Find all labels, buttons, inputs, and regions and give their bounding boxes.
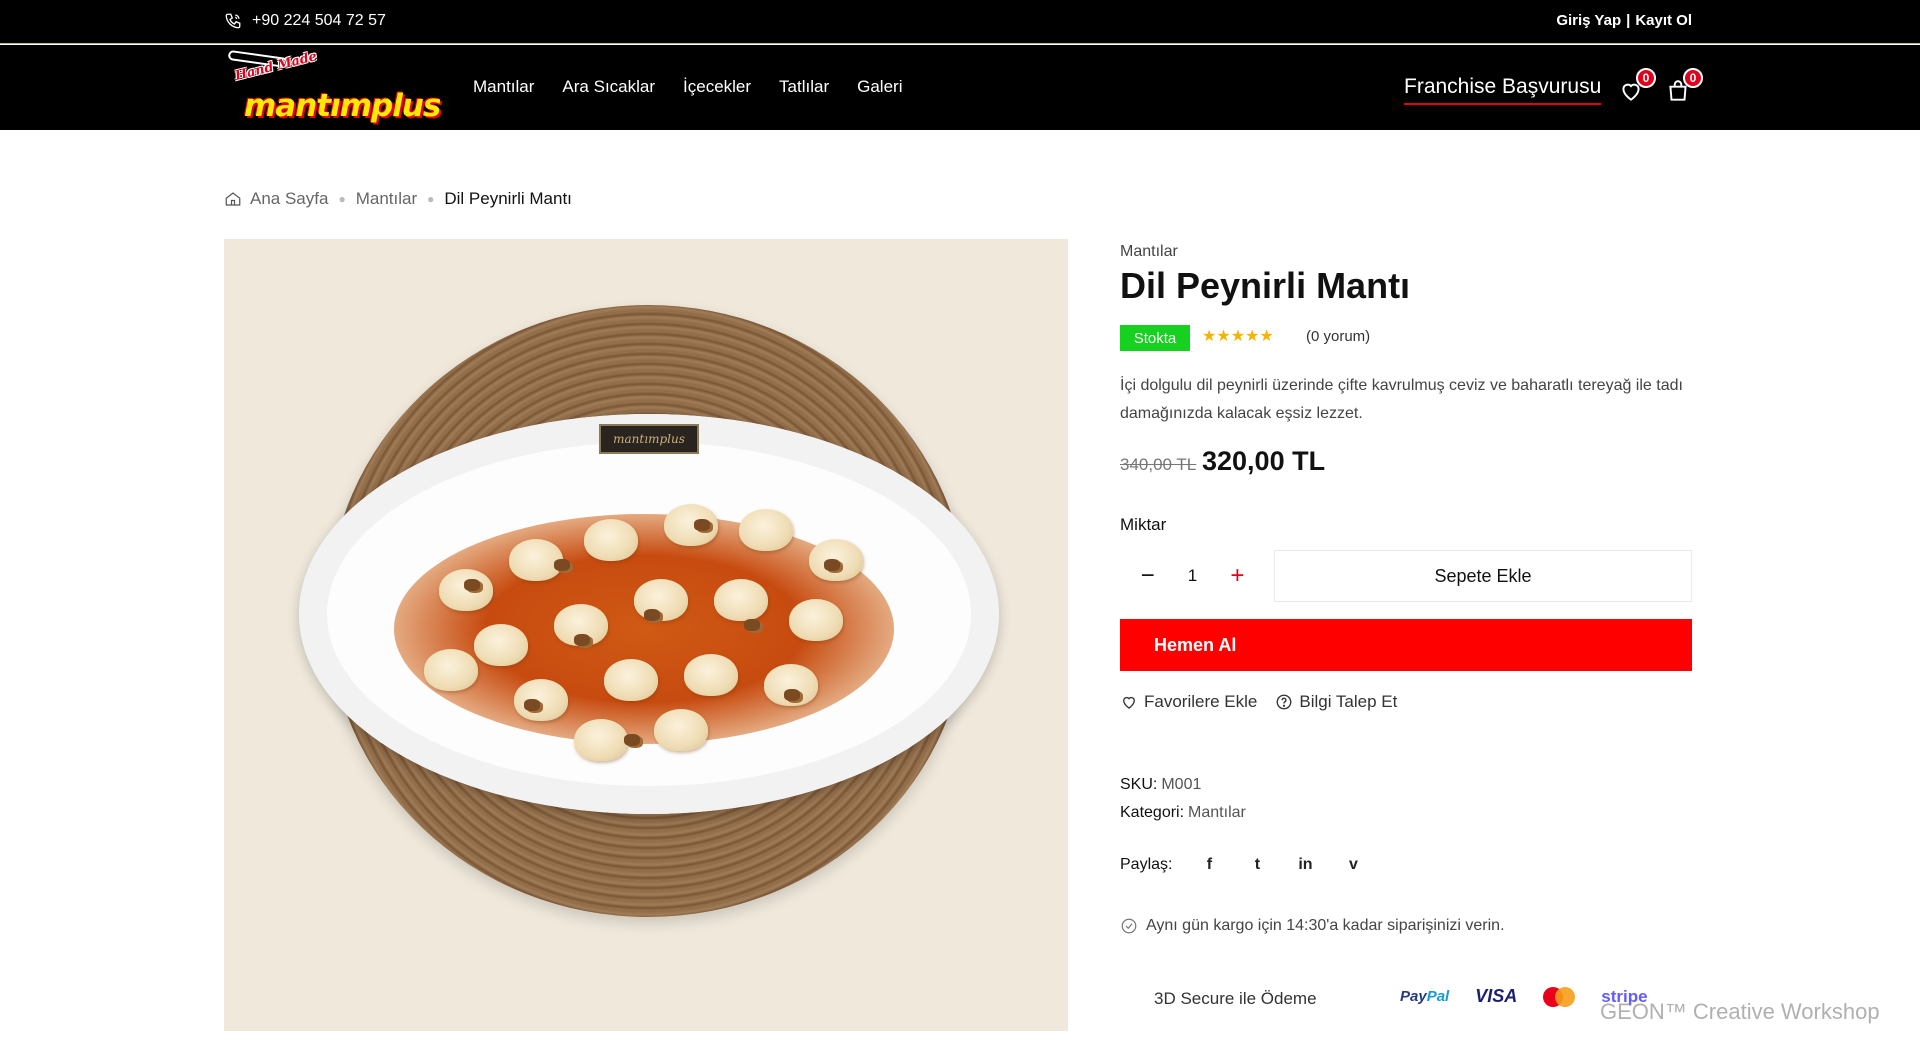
- breadcrumb-home[interactable]: Ana Sayfa: [250, 189, 328, 209]
- current-price: 320,00 TL: [1202, 446, 1326, 476]
- manti-piece: [714, 579, 768, 621]
- vimeo-icon[interactable]: v: [1342, 856, 1364, 874]
- facebook-icon[interactable]: f: [1198, 856, 1220, 874]
- manti-piece: [634, 579, 688, 621]
- nav-item-ara-sicaklar[interactable]: Ara Sıcaklar: [562, 77, 655, 97]
- add-to-cart-button[interactable]: Sepete Ekle: [1274, 550, 1692, 602]
- sku-label: SKU:: [1120, 776, 1158, 793]
- manti-piece: [739, 509, 793, 551]
- wishlist-count-badge: 0: [1636, 68, 1656, 88]
- quantity-decrease-button[interactable]: −: [1133, 564, 1163, 588]
- category-label: Kategori:: [1120, 804, 1185, 821]
- product-category-label[interactable]: Mantılar: [1120, 243, 1178, 261]
- breadcrumb-separator: ●: [427, 192, 435, 206]
- product-meta: SKU: M001 Kategori: Mantılar: [1120, 771, 1246, 827]
- walnut-topping: [694, 519, 710, 531]
- category-value[interactable]: Mantılar: [1188, 804, 1246, 821]
- share-label: Paylaş:: [1120, 856, 1173, 873]
- buy-now-button[interactable]: Hemen Al: [1120, 619, 1692, 671]
- manti-piece: [604, 659, 658, 701]
- sku-row: SKU: M001: [1120, 771, 1246, 799]
- top-bar: +90 224 504 72 57 Giriş Yap | Kayıt Ol: [0, 0, 1920, 44]
- nav-item-galeri[interactable]: Galeri: [857, 77, 902, 97]
- quantity-value[interactable]: 1: [1188, 566, 1197, 586]
- auth-separator: |: [1626, 12, 1631, 29]
- manti-piece: [474, 624, 528, 666]
- cart-button[interactable]: 0: [1665, 68, 1703, 104]
- manti-piece: [789, 599, 843, 641]
- quantity-label: Miktar: [1120, 515, 1167, 534]
- walnut-topping: [824, 559, 840, 571]
- breadcrumb-separator: ●: [338, 192, 346, 206]
- manti-piece: [424, 649, 478, 691]
- share-row: Paylaş: f t in v: [1120, 856, 1364, 874]
- manti-piece: [584, 519, 638, 561]
- nav-item-tatlilar[interactable]: Tatlılar: [779, 77, 829, 97]
- review-count[interactable]: (0 yorum): [1306, 328, 1370, 345]
- breadcrumb: Ana Sayfa ● Mantılar ● Dil Peynirli Mant…: [224, 189, 572, 209]
- logo-wordmark: mantımplus: [244, 88, 441, 124]
- walnut-topping: [524, 699, 540, 711]
- product-image[interactable]: mantımplus: [224, 239, 1068, 1031]
- heart-icon: [1123, 696, 1135, 709]
- stock-badge: Stokta: [1120, 325, 1190, 351]
- site-logo[interactable]: Hand Made mantımplus: [224, 49, 441, 128]
- mastercard-logo: [1543, 986, 1576, 1007]
- register-link[interactable]: Kayıt Ol: [1635, 12, 1692, 29]
- add-favorite-button[interactable]: Favorilere Ekle: [1120, 692, 1257, 712]
- question-circle-icon: [1276, 694, 1292, 710]
- wishlist-button[interactable]: 0: [1618, 68, 1656, 104]
- main-header: Hand Made mantımplus Mantılar Ara Sıcakl…: [0, 45, 1920, 130]
- breadcrumb-current: Dil Peynirli Mantı: [444, 189, 572, 208]
- nav-item-icecekler[interactable]: İçecekler: [683, 77, 751, 97]
- walnut-topping: [554, 559, 570, 571]
- nav-item-mantilar[interactable]: Mantılar: [473, 77, 534, 97]
- share-icons: f t in v: [1198, 856, 1364, 874]
- shipping-note: Aynı gün kargo için 14:30'a kadar sipari…: [1120, 917, 1505, 935]
- check-circle-icon: [1121, 918, 1137, 934]
- product-actions: Favorilere Ekle Bilgi Talep Et: [1120, 692, 1397, 712]
- twitter-icon[interactable]: t: [1246, 856, 1268, 874]
- walnut-topping: [644, 609, 660, 621]
- paypal-logo: PayPal: [1400, 988, 1449, 1005]
- request-info-label: Bilgi Talep Et: [1299, 692, 1398, 711]
- phone-number: +90 224 504 72 57: [252, 12, 386, 29]
- login-link[interactable]: Giriş Yap: [1556, 12, 1621, 29]
- secure-payment-label: 3D Secure ile Ödeme: [1154, 989, 1317, 1008]
- quantity-increase-button[interactable]: +: [1222, 564, 1252, 588]
- manti-piece: [574, 719, 628, 761]
- category-row: Kategori: Mantılar: [1120, 799, 1246, 827]
- walnut-topping: [464, 579, 480, 591]
- paypal-logo-part-b: Pal: [1426, 988, 1450, 1005]
- paypal-logo-part-a: Pay: [1400, 988, 1427, 1005]
- manti-piece: [514, 679, 568, 721]
- main-nav: Mantılar Ara Sıcaklar İçecekler Tatlılar…: [473, 77, 902, 97]
- phone-contact[interactable]: +90 224 504 72 57: [224, 12, 386, 30]
- home-icon: [225, 192, 241, 206]
- walnut-topping: [574, 634, 590, 646]
- manti-piece: [654, 709, 708, 751]
- breadcrumb-category[interactable]: Mantılar: [356, 189, 417, 209]
- rating-stars: ★★★★★: [1202, 328, 1274, 345]
- sku-value: M001: [1161, 776, 1202, 793]
- visa-logo: VISA: [1475, 986, 1518, 1006]
- request-info-button[interactable]: Bilgi Talep Et: [1275, 692, 1397, 712]
- product-title: Dil Peynirli Mantı: [1120, 265, 1411, 306]
- add-favorite-label: Favorilere Ekle: [1144, 692, 1258, 711]
- franchise-link[interactable]: Franchise Başvurusu: [1404, 75, 1602, 105]
- walnut-topping: [624, 734, 640, 746]
- product-description: İçi dolgulu dil peynirli üzerinde çifte …: [1120, 377, 1683, 422]
- phone-icon: [225, 13, 241, 29]
- manti-piece: [684, 654, 738, 696]
- plate-brand-tag: mantımplus: [599, 424, 699, 454]
- cart-count-badge: 0: [1683, 68, 1703, 88]
- old-price: 340,00 TL: [1120, 455, 1197, 474]
- shipping-note-text: Aynı gün kargo için 14:30'a kadar sipari…: [1146, 917, 1505, 934]
- linkedin-icon[interactable]: in: [1294, 856, 1316, 874]
- walnut-topping: [744, 619, 760, 631]
- walnut-topping: [784, 689, 800, 701]
- watermark: GEON™ Creative Workshop: [1600, 999, 1880, 1024]
- quantity-stepper: − 1 +: [1120, 550, 1265, 602]
- auth-links: Giriş Yap | Kayıt Ol: [1556, 12, 1692, 29]
